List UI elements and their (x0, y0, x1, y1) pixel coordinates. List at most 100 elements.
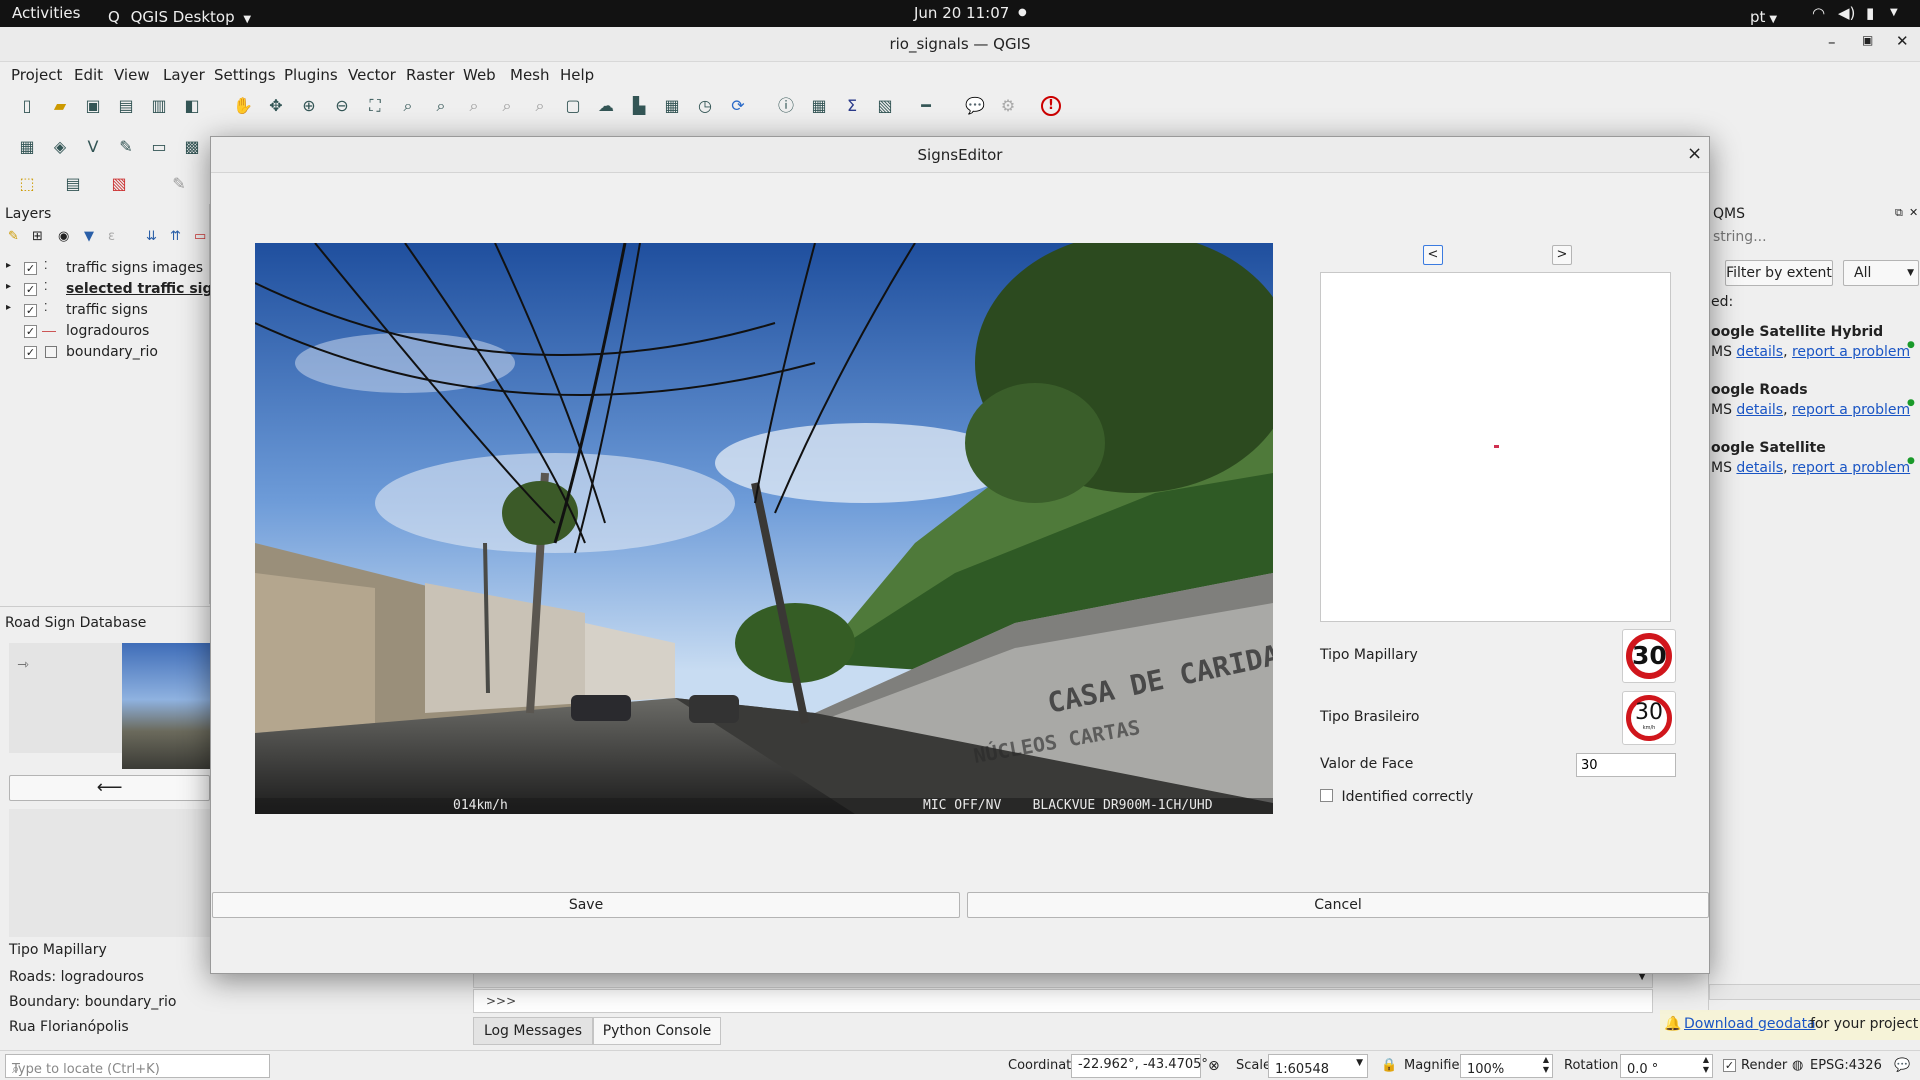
layer-checkbox[interactable]: ✓ (24, 325, 37, 338)
save-button[interactable]: Save (212, 892, 960, 918)
details-link[interactable]: details (1736, 460, 1783, 476)
pan-icon[interactable]: ✋ (232, 95, 254, 117)
new-project-icon[interactable]: ▯ (16, 95, 38, 117)
qms-filter-select[interactable]: All ▼ (1843, 260, 1919, 286)
add-wms-icon[interactable]: ▩ (181, 136, 203, 158)
qms-horizontal-scrollbar[interactable] (1709, 984, 1920, 1000)
download-geodata-link[interactable]: Download geodata (1684, 1016, 1816, 1032)
render-checkbox[interactable]: ✓ (1723, 1059, 1736, 1072)
activities-button[interactable]: Activities (12, 4, 80, 22)
coordinate-field[interactable]: -22.962°, -43.4705° (1071, 1054, 1208, 1078)
maximize-icon[interactable]: ▣ (1862, 33, 1873, 47)
new-geopackage-icon[interactable]: ◈ (49, 136, 71, 158)
add-vector-icon[interactable]: V (82, 136, 104, 158)
digitize-icon[interactable]: ✎ (115, 136, 137, 158)
menu-view[interactable]: View (114, 66, 150, 84)
style-icon[interactable]: ✎ (8, 229, 19, 244)
menu-edit[interactable]: Edit (74, 66, 103, 84)
zoom-out-icon[interactable]: ⊖ (331, 95, 353, 117)
deselect-icon[interactable]: ▧ (108, 173, 130, 195)
pan-to-selection-icon[interactable]: ✥ (265, 95, 287, 117)
menu-plugins[interactable]: Plugins (284, 66, 338, 84)
identified-correctly-row[interactable]: Identified correctly (1320, 789, 1473, 805)
layer-item[interactable]: ✓ boundary_rio (0, 342, 210, 363)
zoom-native-icon[interactable]: ⌕ (463, 95, 485, 117)
language-indicator[interactable]: pt ▼ (1750, 4, 1777, 26)
plugin-alert-icon[interactable]: ! (1041, 96, 1061, 116)
new-map-view-icon[interactable]: ▢ (562, 95, 584, 117)
zoom-in-icon[interactable]: ⊕ (298, 95, 320, 117)
qms-service-item[interactable]: oogle Satellite Hybrid MS details, repor… (1709, 320, 1920, 376)
prev-sign-button[interactable]: < (1423, 245, 1443, 265)
identified-correctly-checkbox[interactable] (1320, 789, 1333, 802)
layer-item[interactable]: ▸ ✓ ⁚ traffic signs images (0, 258, 210, 279)
layer-checkbox[interactable]: ✓ (24, 262, 37, 275)
cancel-button[interactable]: Cancel (967, 892, 1709, 918)
filter-expression-icon[interactable]: ε (108, 229, 115, 244)
layer-checkbox[interactable]: ✓ (24, 346, 37, 359)
valor-de-face-input[interactable] (1576, 753, 1676, 777)
chevron-down-icon[interactable]: ▼ (1890, 7, 1898, 18)
refresh-icon[interactable]: ⟳ (727, 95, 749, 117)
locator-input[interactable]: ⌕ Type to locate (Ctrl+K) (5, 1054, 270, 1078)
menu-layer[interactable]: Layer (163, 66, 205, 84)
qms-service-item[interactable]: oogle Satellite MS details, report a pro… (1709, 436, 1920, 492)
add-group-icon[interactable]: ⊞ (32, 229, 43, 244)
zoom-selection-icon[interactable]: ⌕ (397, 95, 419, 117)
zoom-full-icon[interactable]: ⛶ (364, 95, 386, 117)
edit-icon[interactable]: ✎ (168, 173, 190, 195)
minimize-icon[interactable]: – (1828, 33, 1836, 51)
tab-log-messages[interactable]: Log Messages (473, 1017, 593, 1045)
layer-checkbox[interactable]: ✓ (24, 283, 37, 296)
measure-icon[interactable]: ━ (915, 95, 937, 117)
zoom-next-icon[interactable]: ⌕ (529, 95, 551, 117)
image-thumbnail[interactable] (122, 643, 210, 769)
lock-scale-icon[interactable]: 🔒 (1381, 1058, 1397, 1073)
expand-icon[interactable]: ▸ (6, 281, 11, 292)
save-project-icon[interactable]: ▣ (82, 95, 104, 117)
identify-icon[interactable]: ⓘ (775, 95, 797, 117)
layer-item[interactable]: ▸ ✓ ⁚ traffic signs (0, 300, 210, 321)
next-sign-button[interactable]: > (1552, 245, 1572, 265)
print-layout-icon[interactable]: ▤ (115, 95, 137, 117)
report-problem-link[interactable]: report a problem (1792, 344, 1910, 360)
crs-button[interactable]: EPSG:4326 (1810, 1058, 1882, 1073)
map-tips-icon[interactable]: 💬 (964, 95, 986, 117)
battery-icon[interactable]: ▮ (1866, 4, 1874, 22)
qms-service-item[interactable]: oogle Roads MS details, report a problem… (1709, 378, 1920, 434)
expand-icon[interactable]: ▸ (6, 260, 11, 271)
volume-icon[interactable]: ◀) (1838, 4, 1855, 22)
show-bookmarks-icon[interactable]: ▦ (661, 95, 683, 117)
scroll-arrow-icon[interactable]: ⇾ (17, 657, 29, 673)
app-menu[interactable]: Q QGIS Desktop ▼ (108, 4, 251, 26)
layout-manager-icon[interactable]: ▥ (148, 95, 170, 117)
clock[interactable]: Jun 20 11:07 (914, 4, 1009, 22)
select-by-value-icon[interactable]: ▤ (62, 173, 84, 195)
wifi-icon[interactable]: ◠ (1812, 4, 1825, 22)
select-features-icon[interactable]: ⬚ (16, 173, 38, 195)
remove-layer-icon[interactable]: ▭ (194, 229, 206, 244)
toggle-extents-icon[interactable]: ⊗ (1208, 1058, 1220, 1074)
layer-item[interactable]: ✓ logradouros (0, 321, 210, 342)
visibility-icon[interactable]: ◉ (58, 229, 69, 244)
menu-vector[interactable]: Vector (348, 66, 396, 84)
rotation-field[interactable]: 0.0 ° ▲ ▼ (1620, 1054, 1713, 1078)
menu-raster[interactable]: Raster (406, 66, 454, 84)
expand-icon[interactable]: ▸ (6, 302, 11, 313)
report-problem-link[interactable]: report a problem (1792, 460, 1910, 476)
attribute-table-icon[interactable]: ▦ (808, 95, 830, 117)
data-source-manager-icon[interactable]: ▦ (16, 136, 38, 158)
previous-button[interactable]: ⟵ (9, 775, 210, 801)
python-console-input[interactable]: >>> (473, 989, 1653, 1013)
details-link[interactable]: details (1736, 402, 1783, 418)
collapse-all-icon[interactable]: ⇈ (170, 229, 181, 244)
report-problem-link[interactable]: report a problem (1792, 402, 1910, 418)
open-project-icon[interactable]: ▰ (49, 95, 71, 117)
menu-mesh[interactable]: Mesh (510, 66, 550, 84)
close-icon[interactable]: × (1687, 143, 1702, 164)
details-link[interactable]: details (1736, 344, 1783, 360)
close-icon[interactable]: ✕ (1896, 32, 1909, 50)
gear-icon[interactable]: ⚙ (997, 95, 1019, 117)
temporal-controller-icon[interactable]: ◷ (694, 95, 716, 117)
tab-python-console[interactable]: Python Console (593, 1017, 721, 1045)
